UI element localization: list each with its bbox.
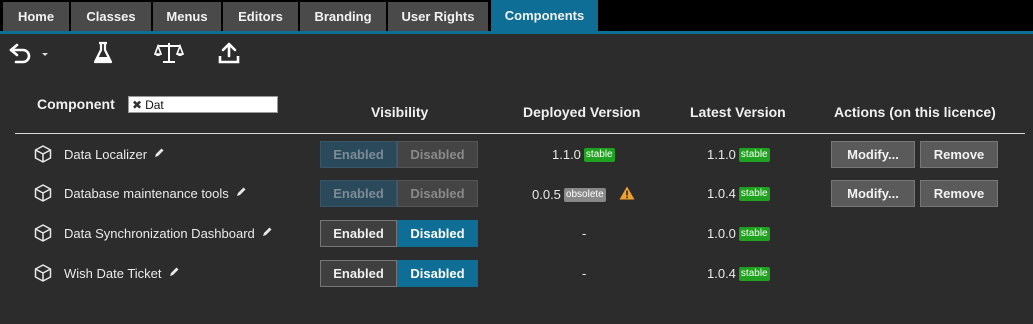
tab-components[interactable]: Components <box>491 0 598 31</box>
component-name-label: Database maintenance tools <box>64 186 229 201</box>
stable-badge: stable <box>583 147 615 162</box>
column-header-component: Component <box>37 96 115 112</box>
latest-version-number: 1.0.4 <box>707 186 736 201</box>
modify-button[interactable]: Modify... <box>831 141 915 168</box>
obsolete-badge: obsolete <box>563 187 606 202</box>
cube-icon <box>34 264 52 287</box>
deployed-version: 1.1.0 stable <box>552 147 615 162</box>
cube-icon <box>34 184 52 207</box>
tab-home[interactable]: Home <box>3 2 69 31</box>
disabled-option: Disabled <box>397 141 478 168</box>
dropdown-caret-icon[interactable] <box>38 40 52 66</box>
remove-button[interactable]: Remove <box>920 180 998 207</box>
enabled-option[interactable]: Enabled <box>320 260 397 287</box>
visibility-toggle[interactable]: Enabled Disabled <box>320 260 478 287</box>
tab-editors[interactable]: Editors <box>223 2 298 31</box>
pencil-icon[interactable] <box>235 186 247 201</box>
latest-version: 1.1.0 stable <box>707 147 770 162</box>
deployed-version-number: 1.1.0 <box>552 147 581 162</box>
column-header-latest-version: Latest Version <box>690 104 786 120</box>
visibility-toggle: Enabled Disabled <box>320 180 478 207</box>
enabled-option[interactable]: Enabled <box>320 220 397 247</box>
undo-icon[interactable] <box>6 40 36 66</box>
stable-badge: stable <box>738 186 770 201</box>
component-name-label: Data Localizer <box>64 147 148 162</box>
latest-version-number: 1.1.0 <box>707 147 736 162</box>
disabled-option: Disabled <box>397 180 478 207</box>
stable-badge: stable <box>738 266 770 281</box>
deployed-version-number: - <box>582 266 587 281</box>
enabled-option: Enabled <box>320 141 397 168</box>
deployed-version: - <box>582 266 586 281</box>
upload-icon[interactable] <box>214 40 244 66</box>
cube-icon <box>34 145 52 168</box>
top-nav: Home Classes Menus Editors Branding User… <box>0 0 1033 34</box>
tab-user-rights[interactable]: User Rights <box>388 2 488 31</box>
deployed-version-number: - <box>582 226 587 241</box>
stable-badge: stable <box>738 147 770 162</box>
column-header-deployed-version: Deployed Version <box>523 104 641 120</box>
stable-badge: stable <box>738 226 770 241</box>
header-divider <box>15 133 1025 134</box>
table-row: Data Localizer Enabled Disabled 1.1.0 st… <box>0 141 1033 181</box>
component-name-label: Wish Date Ticket <box>64 266 162 281</box>
deployed-version: - <box>582 226 586 241</box>
component-name: Data Localizer <box>64 147 165 162</box>
column-header-visibility: Visibility <box>371 104 429 120</box>
component-name: Wish Date Ticket <box>64 266 180 281</box>
component-name: Data Synchronization Dashboard <box>64 226 273 241</box>
table-row: Data Synchronization Dashboard Enabled D… <box>0 220 1033 260</box>
deployed-version-number: 0.0.5 <box>532 187 561 202</box>
table-row: Wish Date Ticket Enabled Disabled - 1.0.… <box>0 260 1033 300</box>
disabled-option[interactable]: Disabled <box>397 260 478 287</box>
modify-button[interactable]: Modify... <box>831 180 915 207</box>
latest-version: 1.0.4 stable <box>707 266 770 281</box>
cube-icon <box>34 224 52 247</box>
visibility-toggle: Enabled Disabled <box>320 141 478 168</box>
component-filter[interactable]: ✖ <box>128 96 278 113</box>
enabled-option: Enabled <box>320 180 397 207</box>
latest-version-number: 1.0.4 <box>707 266 736 281</box>
latest-version-number: 1.0.0 <box>707 226 736 241</box>
table-row: Database maintenance tools Enabled Disab… <box>0 180 1033 220</box>
component-name: Database maintenance tools <box>64 186 247 201</box>
warning-icon <box>619 186 635 203</box>
clear-filter-icon[interactable]: ✖ <box>132 98 142 112</box>
tab-branding[interactable]: Branding <box>300 2 386 31</box>
remove-button[interactable]: Remove <box>920 141 998 168</box>
column-header-actions: Actions (on this licence) <box>834 104 996 120</box>
tab-classes[interactable]: Classes <box>71 2 151 31</box>
scale-icon[interactable] <box>152 40 186 66</box>
flask-icon[interactable] <box>88 40 118 66</box>
pencil-icon[interactable] <box>153 147 165 162</box>
disabled-option[interactable]: Disabled <box>397 220 478 247</box>
pencil-icon[interactable] <box>168 266 180 281</box>
visibility-toggle[interactable]: Enabled Disabled <box>320 220 478 247</box>
deployed-version: 0.0.5 obsolete <box>532 186 635 203</box>
latest-version: 1.0.0 stable <box>707 226 770 241</box>
component-name-label: Data Synchronization Dashboard <box>64 226 255 241</box>
latest-version: 1.0.4 stable <box>707 186 770 201</box>
filter-input[interactable] <box>145 97 271 112</box>
pencil-icon[interactable] <box>261 226 273 241</box>
tab-menus[interactable]: Menus <box>153 2 221 31</box>
